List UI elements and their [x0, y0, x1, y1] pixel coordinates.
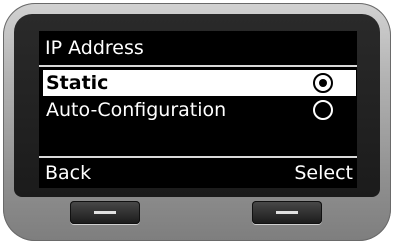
minus-icon	[276, 211, 298, 214]
radio-checked-icon[interactable]	[313, 73, 333, 93]
minus-icon	[94, 211, 116, 214]
option-static[interactable]: Static	[43, 70, 356, 96]
left-softkey-button[interactable]	[70, 201, 140, 224]
display-screen: IP Address Static Auto-Configuration Bac…	[39, 31, 357, 188]
softkey-select-label[interactable]: Select	[294, 160, 353, 186]
title-divider	[39, 65, 357, 67]
right-softkey-button[interactable]	[252, 201, 322, 224]
option-auto-configuration[interactable]: Auto-Configuration	[43, 97, 356, 123]
softkey-back-label[interactable]: Back	[45, 160, 91, 186]
option-label: Auto-Configuration	[46, 99, 227, 121]
radio-unchecked-icon[interactable]	[313, 100, 333, 120]
screen-title: IP Address	[45, 37, 144, 59]
softkey-divider	[39, 156, 357, 158]
option-label: Static	[46, 72, 109, 94]
